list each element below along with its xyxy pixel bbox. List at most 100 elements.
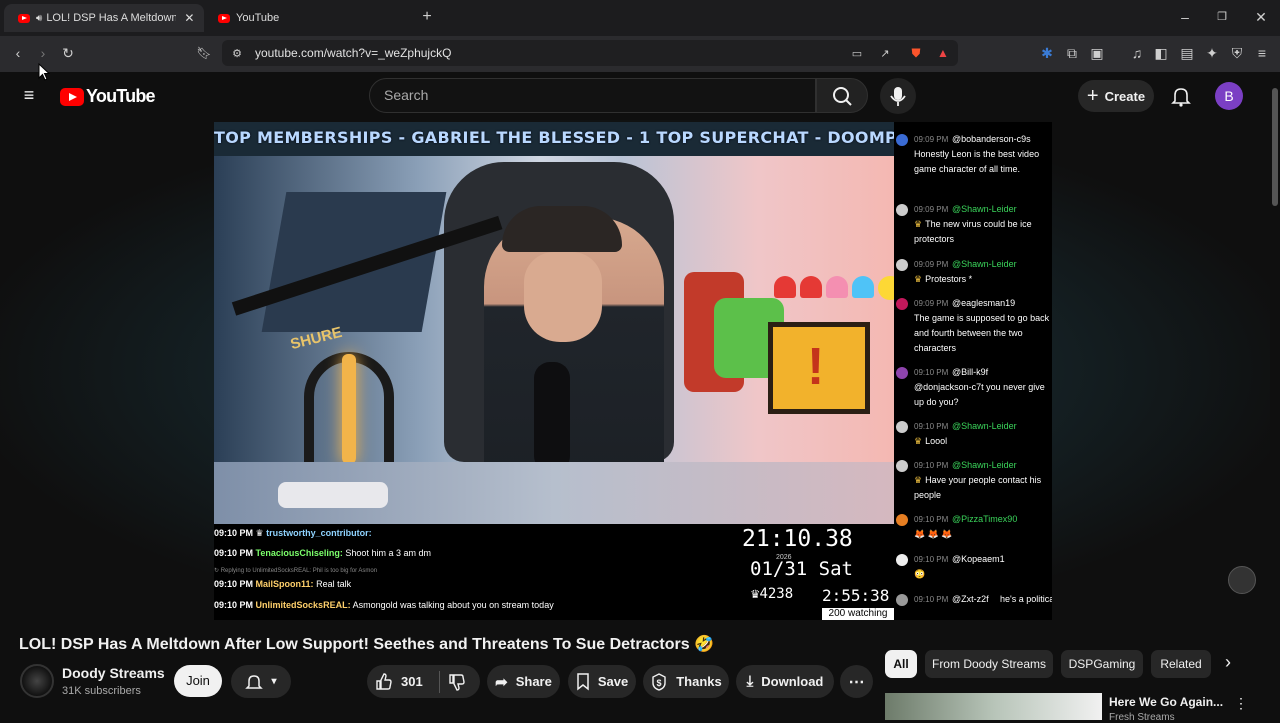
mouse-cursor-icon	[38, 63, 50, 81]
reload-icon[interactable]: ↻	[59, 45, 77, 61]
share-label: Share	[515, 674, 552, 689]
more-actions-button[interactable]: ⋯	[840, 665, 873, 698]
crown-icon: ♛	[914, 274, 923, 284]
leo-icon[interactable]: ✦	[1203, 45, 1221, 61]
overlay-reply-line: ↻ Replying to UnlimitedSocksREAL: Phil i…	[214, 568, 378, 574]
chat-avatar	[896, 514, 908, 526]
chevron-down-icon: ▾	[271, 676, 277, 687]
save-button[interactable]: Save	[568, 665, 636, 698]
chat-message: 09:10 PM @Kopeaem1 😳	[894, 552, 1052, 584]
thanks-button[interactable]: $ Thanks	[643, 665, 729, 698]
like-button[interactable]: 301	[375, 672, 423, 691]
chat-message: 09:10 PM @Zxt-z2f he's a political strea…	[894, 592, 1052, 620]
account-avatar[interactable]: B	[1215, 82, 1243, 110]
minimize-icon[interactable]: –	[1176, 9, 1194, 25]
site-info-icon[interactable]: ⚙	[228, 46, 246, 62]
chevron-right-icon[interactable]: ›	[1219, 653, 1237, 671]
more-vertical-icon[interactable]: ⋮	[1232, 695, 1250, 711]
back-icon[interactable]: ‹	[9, 45, 27, 61]
watching-count: 200 watching	[822, 608, 894, 620]
video-title: LOL! DSP Has A Meltdown After Low Suppor…	[19, 636, 714, 653]
overlay-date: 01/31 Sat	[750, 558, 853, 580]
download-button[interactable]: ⤓ Download	[736, 665, 834, 698]
share-button[interactable]: ➦ Share	[487, 665, 560, 698]
video-player[interactable]: SHURE ! TOP MEMBERSHIPS - GABRIEL THE BL…	[214, 122, 894, 620]
microphone-icon	[890, 87, 906, 106]
chip-related[interactable]: Related	[1151, 650, 1211, 678]
cast-icon[interactable]: ▭	[848, 46, 866, 62]
live-chat-panel: 09:09 PM @bobanderson-c9s Honestly Leon …	[894, 122, 1052, 620]
chat-avatar	[896, 460, 908, 472]
chip-all[interactable]: All	[885, 650, 917, 678]
ticker-banner: TOP MEMBERSHIPS - GABRIEL THE BLESSED - …	[214, 128, 894, 147]
chat-avatar	[896, 204, 908, 216]
save-label: Save	[597, 674, 629, 689]
emoji-row: 🦊 🦊 🦊	[914, 529, 953, 539]
streamer-face	[524, 252, 602, 342]
hamburger-menu-icon[interactable]: ≡	[20, 86, 38, 104]
speaker-icon: 🔊︎	[36, 12, 43, 24]
puzzle-icon[interactable]: ⧉	[1063, 45, 1081, 61]
brave-rewards-icon[interactable]: ▲	[934, 45, 952, 61]
scrollbar-thumb[interactable]	[1272, 88, 1278, 206]
url-text[interactable]: youtube.com/watch?v=_weZphujckQ	[255, 46, 451, 60]
window-close-icon[interactable]: ✕	[1252, 9, 1270, 25]
svg-text:$: $	[657, 678, 662, 688]
download-icon: ⤓	[746, 673, 754, 690]
search-button[interactable]	[816, 78, 868, 113]
channel-avatar[interactable]	[20, 664, 54, 698]
floating-avatar[interactable]	[1228, 566, 1256, 594]
chat-message: 09:10 PM @PizzaTimex90 🦊 🦊 🦊	[894, 512, 1052, 544]
recommended-thumbnail[interactable]	[885, 693, 1102, 720]
browser-tab-bar: 🔊︎ LOL! DSP Has A Meltdown Af ✕ YouTube …	[0, 0, 1280, 36]
restore-icon[interactable]: ❐	[1213, 9, 1231, 25]
youtube-logo-icon	[60, 87, 84, 106]
overlay-chat-line: 09:10 PM MailSpoon11: Real talk	[214, 579, 352, 589]
search-input[interactable]: Search	[369, 78, 816, 113]
music-icon[interactable]: ♫	[1128, 45, 1146, 61]
channel-name[interactable]: Doody Streams	[62, 665, 165, 681]
chat-avatar	[896, 594, 908, 606]
create-button[interactable]: + Create	[1078, 80, 1154, 112]
extension-icon[interactable]: ✱	[1038, 45, 1056, 61]
brave-shield-icon[interactable]: ⛊	[907, 45, 925, 61]
subscribed-notification-button[interactable]: ▾	[231, 665, 291, 698]
new-tab-button[interactable]: +	[418, 9, 436, 25]
share-icon: ➦	[495, 673, 508, 691]
sidebar-icon[interactable]: ◧	[1152, 45, 1170, 61]
chip-dspgaming[interactable]: DSPGaming	[1061, 650, 1143, 678]
join-button[interactable]: Join	[174, 665, 222, 697]
subscriber-count: 31K subscribers	[62, 685, 141, 697]
tab-youtube[interactable]: YouTube	[204, 4, 414, 32]
share-page-icon[interactable]: ↗	[876, 46, 894, 62]
tab-label: YouTube	[236, 12, 280, 24]
like-dislike-group: 301	[367, 665, 480, 698]
tab-close-icon[interactable]: ✕	[184, 11, 194, 25]
youtube-favicon-icon	[18, 13, 30, 23]
keyboard	[278, 482, 388, 508]
tab-label: LOL! DSP Has A Meltdown Af	[46, 12, 177, 24]
recommended-channel[interactable]: Fresh Streams	[1109, 712, 1175, 723]
bookmark-icon[interactable]: 🔖︎	[195, 45, 213, 61]
youtube-logo[interactable]: YouTube	[60, 86, 156, 107]
notifications-button[interactable]	[1170, 85, 1192, 107]
question-block: !	[768, 322, 870, 414]
menu-icon[interactable]: ≡	[1253, 45, 1271, 61]
overlay-clock: 21:10.38	[742, 526, 853, 552]
stream-duration: 2:55:38	[822, 586, 890, 605]
chat-message: 09:09 PM @Shawn-Leider ♛ The new virus co…	[894, 202, 1052, 250]
overlay-chat-line: 09:10 PM TenaciousChiseling: Shoot him a…	[214, 548, 431, 558]
dislike-button[interactable]	[448, 673, 466, 691]
tab-current-video[interactable]: 🔊︎ LOL! DSP Has A Meltdown Af ✕	[4, 4, 204, 32]
divider	[438, 670, 440, 693]
vpn-icon[interactable]: ⛨	[1228, 45, 1246, 61]
chip-from-channel[interactable]: From Doody Streams	[925, 650, 1053, 678]
chat-message: 09:10 PM @Bill-k9f @donjackson-c7t you n…	[894, 365, 1052, 413]
recommended-title[interactable]: Here We Go Again...	[1109, 695, 1223, 709]
screenshot-icon[interactable]: ▣	[1088, 45, 1106, 61]
chat-message: 09:09 PM @eaglesman19 The game is suppos…	[894, 296, 1052, 358]
forward-icon[interactable]: ›	[34, 45, 52, 61]
voice-search-button[interactable]	[880, 78, 916, 114]
chat-avatar	[896, 554, 908, 566]
wallet-icon[interactable]: ▤	[1178, 45, 1196, 61]
